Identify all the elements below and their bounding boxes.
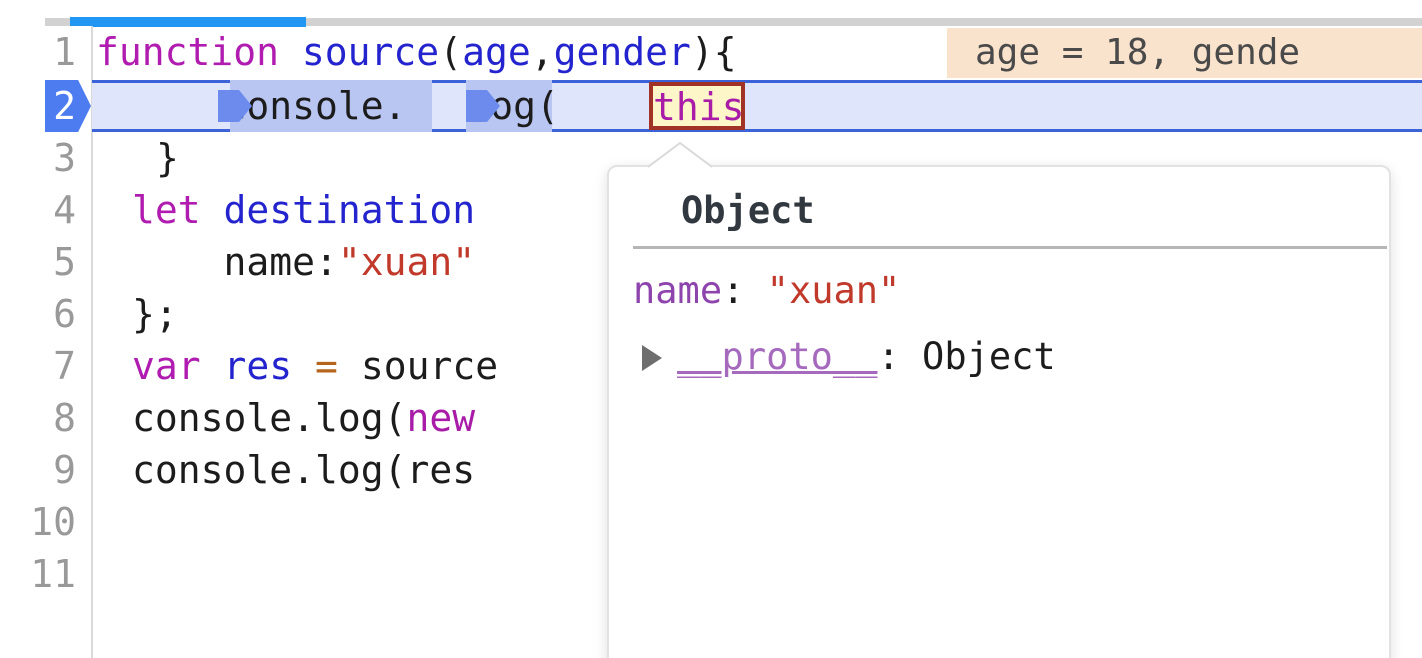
- property-key-name: name: [633, 269, 723, 312]
- code-line-4[interactable]: let destination: [96, 184, 475, 236]
- inline-debug-value-hint: age = 18, gende: [947, 28, 1422, 78]
- popup-divider: [633, 246, 1387, 249]
- token-console-log-8: console.log(: [132, 396, 407, 440]
- property-value-name: "xuan": [766, 269, 901, 312]
- popup-property-row-proto[interactable]: __proto__: Object: [633, 329, 1056, 385]
- popup-title: Object: [681, 189, 815, 232]
- line-number-3[interactable]: 3: [0, 132, 76, 184]
- line-number-8[interactable]: 8: [0, 392, 76, 444]
- token-console-log-9: console.log(res: [132, 448, 476, 492]
- token-assign-operator: =: [315, 344, 338, 388]
- token-brace-close: }: [156, 136, 179, 180]
- token-brace-open: ){: [690, 30, 737, 74]
- property-value-proto: Object: [922, 335, 1056, 378]
- line-number-2[interactable]: 2: [0, 80, 76, 132]
- code-line-9[interactable]: console.log(res: [96, 444, 475, 496]
- popup-property-row-name[interactable]: name: "xuan": [633, 263, 900, 319]
- token-object-close: };: [132, 292, 178, 336]
- token-destination: destination: [223, 188, 476, 232]
- code-line-1[interactable]: function source(age,gender){: [96, 26, 737, 78]
- line-number-10[interactable]: 10: [0, 496, 76, 548]
- token-source-call: source: [337, 344, 499, 388]
- line-number-9[interactable]: 9: [0, 444, 76, 496]
- line-number-11[interactable]: 11: [0, 548, 76, 600]
- token-name-key: name:: [132, 240, 338, 284]
- property-key-proto: __proto__: [677, 335, 878, 378]
- code-line-8[interactable]: console.log(new: [96, 392, 475, 444]
- token-var-keyword: var: [132, 344, 224, 388]
- code-editor-debug-view: 1 2 3 4 5 6 7 8 9 10 11 function source(…: [0, 0, 1422, 658]
- expand-triangle-icon[interactable]: [642, 345, 662, 371]
- code-line-5[interactable]: name:"xuan": [96, 236, 476, 288]
- token-comma: ,: [530, 30, 554, 74]
- token-new-keyword: new: [406, 396, 476, 440]
- code-line-6[interactable]: };: [96, 288, 178, 340]
- token-res: res: [223, 344, 293, 388]
- token-function-keyword: function: [96, 30, 302, 74]
- token-xuan-string: "xuan": [337, 240, 476, 284]
- code-line-3[interactable]: }: [96, 132, 179, 184]
- popup-pointer-icon: [647, 142, 713, 168]
- line-number-4[interactable]: 4: [0, 184, 76, 236]
- line-number-1[interactable]: 1: [0, 26, 76, 78]
- token-function-name: source: [301, 30, 440, 74]
- token-paren-open: (: [439, 30, 463, 74]
- token-param-gender: gender: [553, 30, 691, 74]
- this-keyword-highlight[interactable]: this: [649, 82, 745, 130]
- line-number-5[interactable]: 5: [0, 236, 76, 288]
- token-let-keyword: let: [132, 188, 224, 232]
- property-separator-proto: :: [877, 335, 923, 378]
- this-keyword-label: this: [653, 85, 745, 129]
- property-separator-name: :: [722, 269, 767, 312]
- code-line-7[interactable]: var res = source: [96, 340, 498, 392]
- line-number-6[interactable]: 6: [0, 288, 76, 340]
- inline-debug-value-text: age = 18, gende: [975, 32, 1301, 73]
- token-param-age: age: [462, 30, 531, 74]
- code-line-2[interactable]: console. log();: [96, 80, 701, 132]
- object-inspector-popup[interactable]: Object name: "xuan" __proto__: Object: [607, 165, 1391, 658]
- line-number-7[interactable]: 7: [0, 340, 76, 392]
